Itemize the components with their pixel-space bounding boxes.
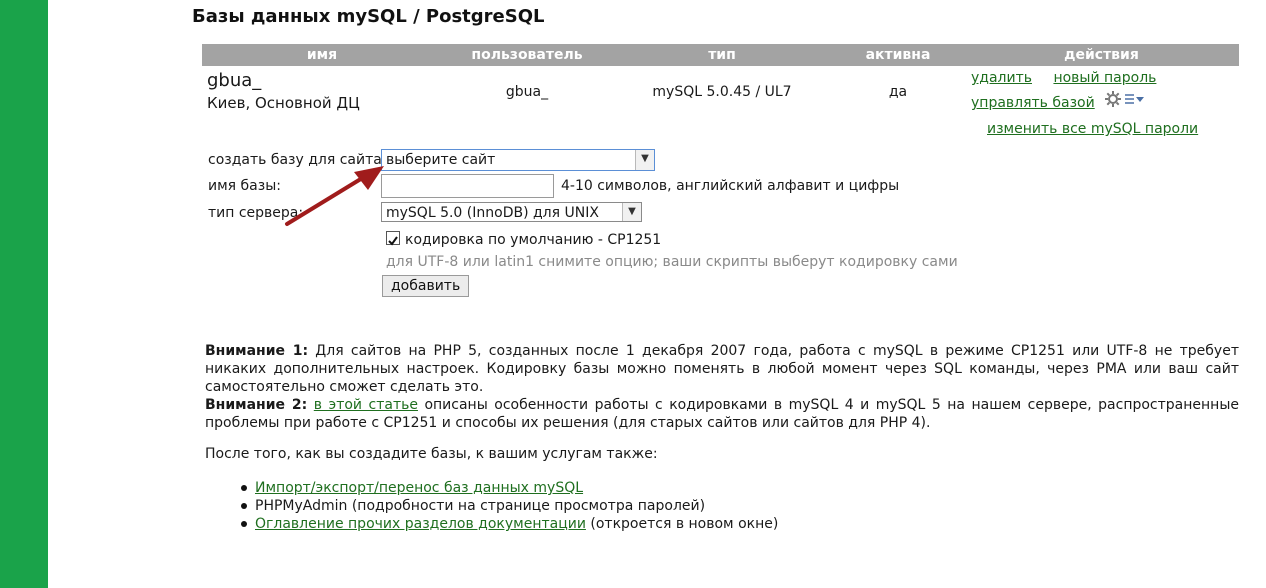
notice-2-title: Внимание 2: bbox=[205, 397, 308, 413]
gear-icon[interactable] bbox=[1104, 90, 1148, 116]
phpmyadmin-text: PHPMyAdmin (подробности на странице прос… bbox=[255, 498, 706, 514]
site-select[interactable]: выберите сайт ▼ bbox=[381, 149, 655, 171]
column-header-user: пользователь bbox=[442, 44, 612, 66]
column-header-active: активна bbox=[832, 44, 964, 66]
change-all-passwords-link[interactable]: изменить все mySQL пароли bbox=[987, 121, 1198, 137]
column-header-name: имя bbox=[202, 44, 442, 66]
column-header-type: тип bbox=[612, 44, 832, 66]
db-location: Киев, Основной ДЦ bbox=[207, 94, 360, 112]
article-link[interactable]: в этой статье bbox=[314, 397, 418, 413]
chevron-down-icon: ▼ bbox=[622, 203, 641, 221]
page-title: Базы данных mySQL / PostgreSQL bbox=[192, 6, 545, 27]
db-name-cell: gbua_ Киев, Основной ДЦ bbox=[202, 66, 442, 116]
db-user: gbua_ bbox=[505, 84, 549, 100]
import-export-link[interactable]: Импорт/экспорт/перенос баз данных mySQL bbox=[255, 480, 583, 496]
manage-db-link[interactable]: управлять базой bbox=[971, 95, 1095, 111]
db-actions-cell: удалить новый пароль управлять базой bbox=[964, 66, 1239, 116]
encoding-label: кодировка по умолчанию - CP1251 bbox=[405, 232, 662, 248]
encoding-checkbox[interactable] bbox=[386, 231, 400, 246]
services-list: Импорт/экспорт/перенос баз данных mySQL … bbox=[237, 479, 778, 533]
left-accent-bar bbox=[0, 0, 48, 588]
annotation-arrow bbox=[285, 166, 384, 226]
new-password-link[interactable]: новый пароль bbox=[1053, 70, 1156, 86]
docs-index-note: (откроется в новом окне) bbox=[585, 516, 779, 532]
notice-1: Внимание 1: Для сайтов на PHP 5, созданн… bbox=[205, 342, 1239, 396]
server-type-select[interactable]: mySQL 5.0 (InnoDB) для UNIX ▼ bbox=[381, 202, 642, 222]
server-type-value: mySQL 5.0 (InnoDB) для UNIX bbox=[386, 205, 599, 221]
db-active: да bbox=[888, 84, 908, 100]
encoding-hint: для UTF-8 или latin1 снимите опцию; ваши… bbox=[386, 254, 958, 270]
docs-index-link[interactable]: Оглавление прочих разделов документации bbox=[255, 516, 586, 532]
notice-2: Внимание 2: в этой статье описаны особен… bbox=[205, 396, 1239, 432]
list-item: Оглавление прочих разделов документации … bbox=[237, 515, 778, 533]
table-header-row: имя пользователь тип активна действия bbox=[202, 44, 1239, 66]
table-row: gbua_ Киев, Основной ДЦ gbua_ mySQL 5.0.… bbox=[202, 66, 1239, 116]
chevron-down-icon: ▼ bbox=[635, 150, 654, 170]
notice-1-title: Внимание 1: bbox=[205, 343, 309, 359]
db-type: mySQL 5.0.45 / UL7 bbox=[652, 84, 792, 100]
site-select-value: выберите сайт bbox=[386, 152, 496, 168]
checkmark-icon bbox=[388, 236, 398, 246]
db-name: gbua_ bbox=[207, 70, 262, 91]
db-name-hint: 4-10 символов, английский алфавит и цифр… bbox=[561, 178, 900, 194]
after-create-text: После того, как вы создадите базы, к ваш… bbox=[205, 446, 658, 462]
delete-db-link[interactable]: удалить bbox=[971, 70, 1032, 86]
list-item: Импорт/экспорт/перенос баз данных mySQL bbox=[237, 479, 778, 497]
db-name-label: имя базы: bbox=[208, 178, 281, 194]
db-name-input[interactable] bbox=[381, 174, 554, 198]
notice-1-text: Для сайтов на PHP 5, созданных после 1 д… bbox=[205, 343, 1239, 395]
list-item: PHPMyAdmin (подробности на странице прос… bbox=[237, 497, 778, 515]
databases-table: имя пользователь тип активна действия gb… bbox=[202, 44, 1239, 116]
add-db-button[interactable]: добавить bbox=[382, 275, 470, 297]
column-header-actions: действия bbox=[964, 44, 1239, 66]
